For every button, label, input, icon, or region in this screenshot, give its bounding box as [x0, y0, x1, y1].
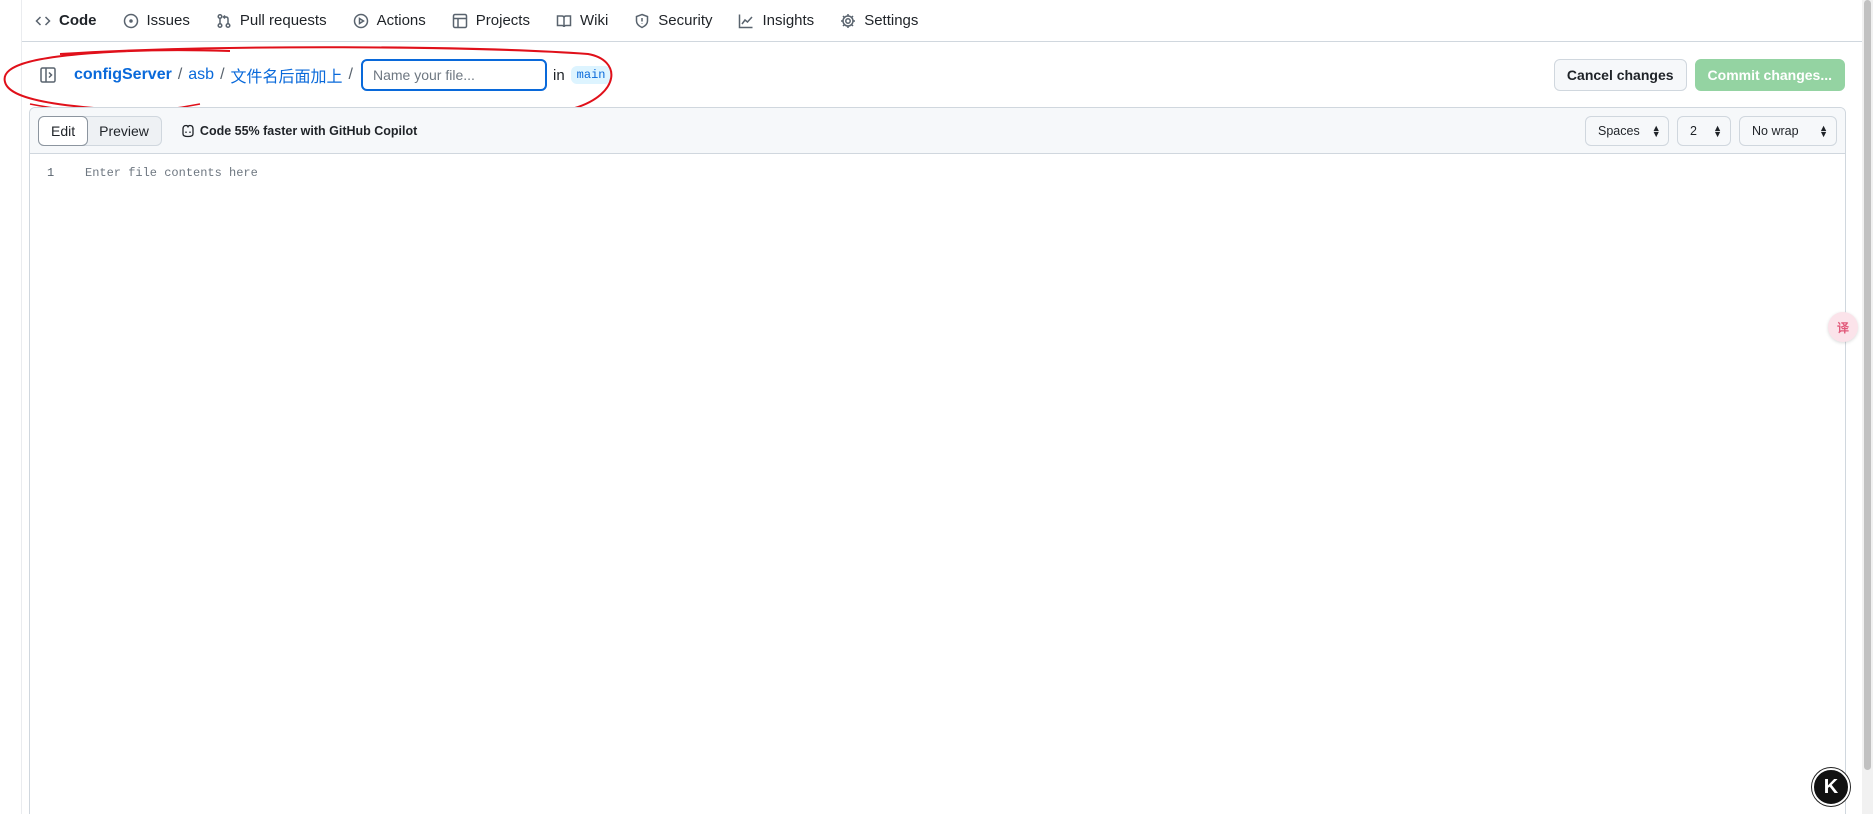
copilot-promo-text: Code 55% faster with GitHub Copilot — [199, 123, 418, 138]
tab-projects-label: Projects — [475, 12, 530, 29]
wrap-mode-value: No wrap — [1752, 123, 1799, 138]
play-icon — [353, 13, 369, 29]
tab-security[interactable]: Security — [621, 0, 725, 42]
line-number: 1 — [47, 166, 55, 180]
edit-preview-toggle: Edit Preview — [38, 115, 162, 146]
tab-wiki[interactable]: Wiki — [543, 0, 621, 42]
tab-preview[interactable]: Preview — [87, 117, 161, 145]
select-caret-icon: ▲ ▼ — [1819, 122, 1828, 139]
translate-extension-button[interactable]: 译 — [1828, 312, 1858, 342]
k-logo-icon: K — [1823, 775, 1839, 798]
breadcrumb-separator: / — [220, 66, 225, 83]
indent-mode-select[interactable]: Spaces ▲ ▼ — [1585, 115, 1669, 146]
tab-code[interactable]: Code — [22, 0, 110, 42]
editor-options: Spaces ▲ ▼ 2 ▲ ▼ No wrap ▲ ▼ — [1585, 115, 1837, 146]
gear-icon — [840, 13, 856, 29]
translate-icon: 译 — [1836, 320, 1849, 335]
tab-security-label: Security — [658, 12, 713, 29]
k-extension-button[interactable]: K — [1812, 768, 1850, 806]
tab-settings[interactable]: Settings — [827, 0, 931, 42]
sidebar-expand-button[interactable] — [34, 61, 62, 89]
copilot-icon — [182, 124, 194, 137]
breadcrumb: configServer / asb / 文件名后面加上 / in main — [74, 59, 612, 91]
scrollbar-thumb[interactable] — [1864, 0, 1871, 770]
left-gutter — [0, 0, 22, 814]
tab-edit[interactable]: Edit — [38, 115, 89, 146]
file-editor: Edit Preview Code 55% faster with GitHub… — [29, 107, 1846, 814]
tab-code-label: Code — [59, 12, 97, 29]
tab-wiki-label: Wiki — [579, 12, 609, 29]
breadcrumb-folder-asb[interactable]: asb — [188, 66, 214, 84]
select-caret-icon: ▲ ▼ — [1651, 122, 1661, 139]
sidebar-expand-icon — [40, 67, 56, 83]
editor-placeholder: Enter file contents here — [85, 166, 258, 180]
tab-insights-label: Insights — [762, 12, 815, 29]
git-pull-request-icon — [216, 13, 232, 29]
indent-size-value: 2 — [1690, 123, 1697, 138]
breadcrumb-separator: / — [177, 66, 183, 83]
select-caret-icon: ▲ ▼ — [1713, 122, 1722, 139]
tab-pull-requests-label: Pull requests — [239, 12, 327, 29]
in-label: in — [552, 66, 565, 84]
book-icon — [556, 13, 572, 29]
cancel-changes-button[interactable]: Cancel changes — [1553, 59, 1687, 91]
graph-icon — [738, 13, 754, 29]
issue-opened-icon — [123, 13, 139, 29]
code-icon — [35, 13, 51, 29]
tab-settings-label: Settings — [864, 12, 919, 29]
header-actions: Cancel changes Commit changes... — [1553, 59, 1845, 91]
copilot-promo-link[interactable]: Code 55% faster with GitHub Copilot — [180, 123, 417, 139]
tab-projects[interactable]: Projects — [439, 0, 543, 42]
filename-input[interactable] — [360, 59, 547, 91]
indent-size-select[interactable]: 2 ▲ ▼ — [1677, 115, 1731, 146]
table-icon — [452, 13, 468, 29]
commit-changes-button[interactable]: Commit changes... — [1694, 59, 1845, 91]
repo-nav: Code Issues Pull requests Actions Projec… — [22, 0, 1873, 42]
file-header: configServer / asb / 文件名后面加上 / in main C… — [22, 43, 1845, 107]
tab-actions[interactable]: Actions — [340, 0, 439, 42]
shield-icon — [634, 13, 650, 29]
breadcrumb-repo-link[interactable]: configServer — [74, 66, 172, 84]
code-editor-area[interactable]: 1 Enter file contents here — [30, 154, 1845, 814]
wrap-mode-select[interactable]: No wrap ▲ ▼ — [1739, 115, 1837, 146]
breadcrumb-folder-chinese[interactable]: 文件名后面加上 — [231, 63, 343, 87]
tab-pull-requests[interactable]: Pull requests — [203, 0, 340, 42]
breadcrumb-separator: / — [348, 66, 353, 83]
tab-issues-label: Issues — [146, 12, 190, 29]
page-scrollbar[interactable] — [1862, 0, 1873, 814]
tab-insights[interactable]: Insights — [725, 0, 827, 42]
editor-toolbar: Edit Preview Code 55% faster with GitHub… — [30, 108, 1845, 154]
branch-badge: main — [570, 66, 612, 84]
tab-issues[interactable]: Issues — [110, 0, 203, 42]
tab-actions-label: Actions — [376, 12, 426, 29]
indent-mode-value: Spaces — [1598, 123, 1640, 138]
